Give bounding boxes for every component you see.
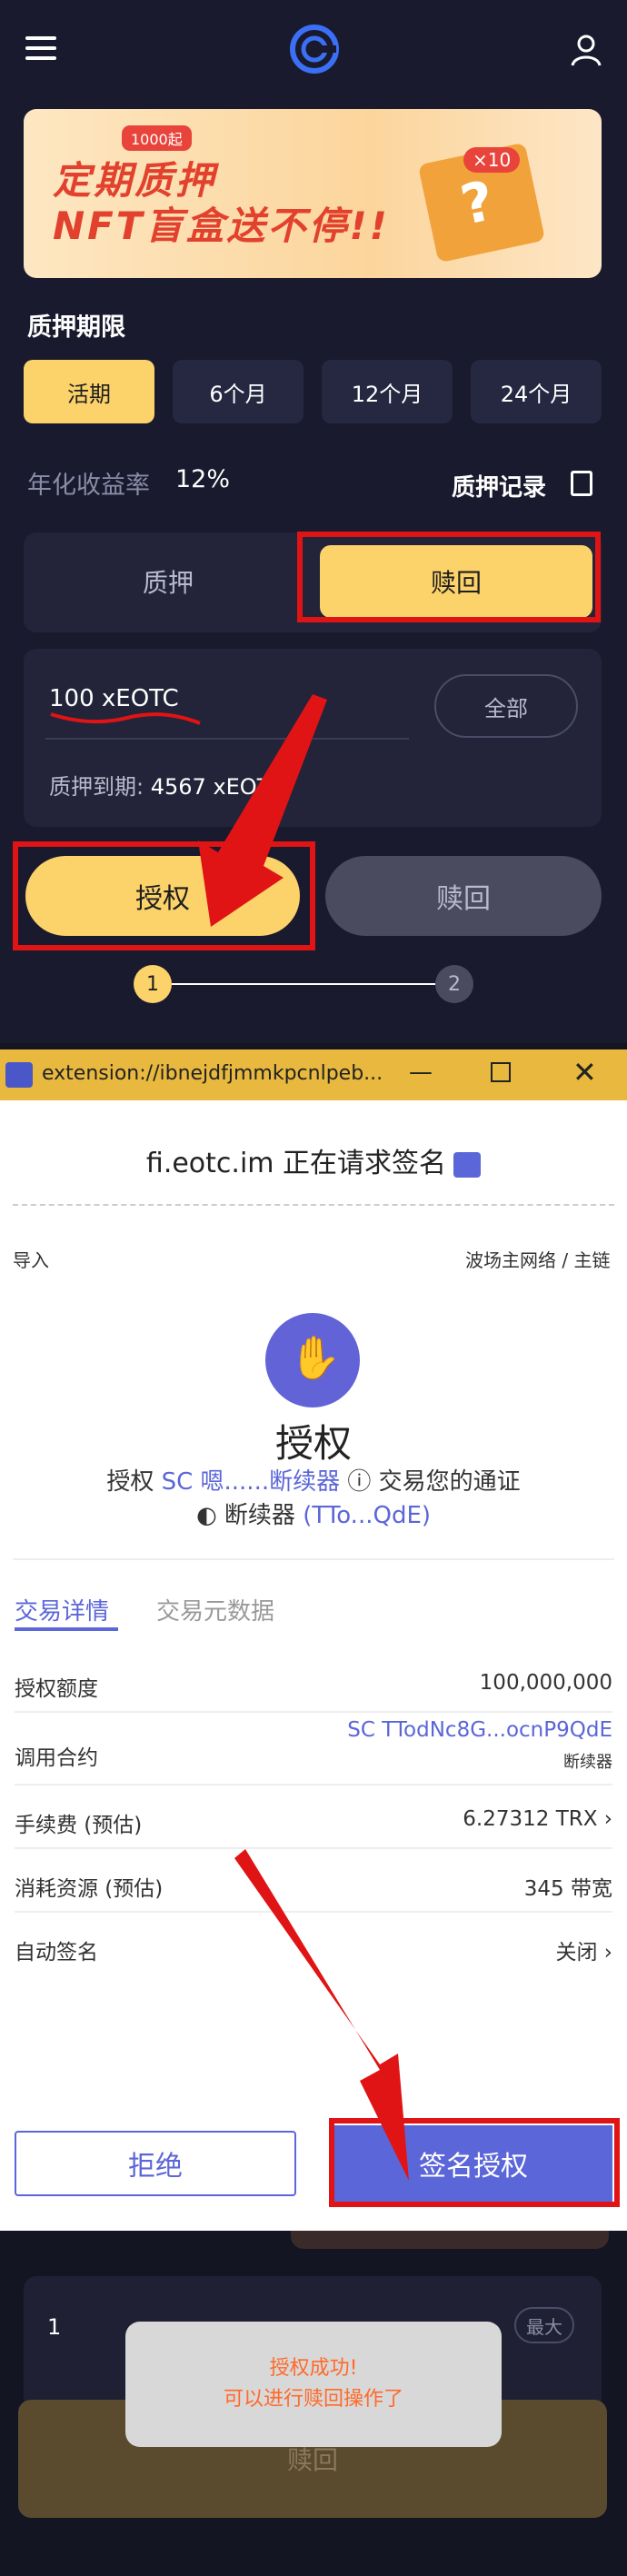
import-label: 导入 [13,1249,49,1271]
success-toast: 授权成功! 可以进行赎回操作了 [125,2322,502,2447]
expire-value: 4567 xEOTC [150,774,284,800]
box-mark: ? [455,169,500,238]
row-contract: 调用合约 SC TTodNc8G...ocnP9QdE 断续器 [15,1713,612,1785]
highlight-box [297,532,601,622]
stake-tab[interactable]: 质押 [36,545,300,618]
wallet-popup: extension://ibnejdfjmmkpcnlpeb... — ✕ fi… [0,1049,627,2231]
term-tab-12m[interactable]: 12个月 [322,360,453,423]
expire-label: 质押到期: [49,774,144,800]
spender-line: ◐ 断续器 (TTo...QdE) [0,1497,627,1530]
row-key: 消耗资源 (预估) [15,1877,164,1901]
row-value: 100,000,000 [479,1671,612,1695]
contract-address[interactable]: SC TTodNc8G...ocnP9QdE [347,1718,612,1742]
row-amount: 授权额度 100,000,000 [15,1649,612,1713]
contract-name: 断续器 [563,1753,612,1772]
close-icon[interactable]: ✕ [572,1055,597,1089]
step-1: 1 [134,965,172,1003]
wallet-icon [453,1151,482,1178]
step-2: 2 [435,965,473,1003]
input-underline [45,738,409,740]
toast-title: 授权成功! [269,2357,358,2380]
spender-name: 断续器 [224,1502,295,1529]
records-icon[interactable] [571,471,592,496]
row-key: 自动签名 [15,1941,98,1964]
term-label: 质押期限 [27,313,125,342]
button-edge [291,2231,609,2249]
all-button[interactable]: 全部 [434,674,578,738]
desc-suffix: 交易您的通证 [378,1468,521,1496]
apy-label: 年化收益率 [27,472,150,500]
spender-icon: ◐ [195,1502,217,1529]
popup-title: 授权 [274,1421,352,1466]
reject-button[interactable]: 拒绝 [15,2131,296,2196]
term-tab-current[interactable]: 活期 [24,360,154,423]
help-icon[interactable]: ⓘ [347,1468,371,1496]
app-screen-bottom: 1 最大 赎回 授权成功! 可以进行赎回操作了 [0,2231,627,2576]
window-title: extension://ibnejdfjmmkpcnlpeb... [42,1062,383,1085]
stake-records-link[interactable]: 质押记录 [452,469,546,502]
logo-icon [289,24,340,75]
toast-message: 可以进行赎回操作了 [223,2388,403,2411]
chevron-right-icon[interactable]: › [604,1807,612,1831]
tab-underline [15,1627,118,1631]
auth-description: 授权 SC 嗯......断续器 ⓘ 交易您的通证 [0,1463,627,1497]
chevron-right-icon[interactable]: › [604,1941,612,1964]
amount-input[interactable]: 100 xEOTC [49,685,179,712]
request-text: fi.eotc.im 正在请求签名 [145,1148,447,1179]
app-screen: 1000起 定期质押 NFT盲盒送不停!! ? ×10 质押期限 活期 6个月 … [0,0,627,1043]
network-label: 波场主网络 / 主链 [465,1249,611,1271]
term-tab-24m[interactable]: 24个月 [471,360,602,423]
highlight-box [13,841,315,950]
tab-metadata[interactable]: 交易元数据 [156,1593,274,1626]
fee-value: 6.27312 TRX [463,1807,598,1831]
desc-prefix: 授权 [106,1468,154,1496]
divider [13,1558,614,1560]
maximize-icon[interactable] [491,1062,511,1082]
row-key: 手续费 (预估) [15,1814,143,1837]
extension-icon [5,1062,33,1088]
row-value: 关闭 › [555,1934,612,1965]
row-key: 调用合约 [15,1746,98,1770]
amount-input[interactable]: 1 [47,2314,61,2340]
row-auto-sign[interactable]: 自动签名 关闭 › [15,1913,612,1976]
highlight-box [329,2118,620,2207]
banner-badge: 1000起 [122,125,192,151]
term-tab-6m[interactable]: 6个月 [173,360,304,423]
expire-info: 质押到期: 4567 xEOTC [49,769,284,801]
request-title: fi.eotc.im 正在请求签名 [0,1140,627,1180]
row-key: 授权额度 [15,1677,98,1701]
apy-value: 12% [175,465,231,493]
redeem-button[interactable]: 赎回 [325,856,602,936]
tab-details[interactable]: 交易详情 [15,1593,109,1626]
divider [13,1204,614,1206]
approve-hand-icon: ✋ [265,1313,360,1407]
banner-line2: NFT盲盒送不停!! [53,204,390,248]
step-line [172,983,435,985]
menu-icon[interactable] [25,36,56,60]
max-button[interactable]: 最大 [514,2307,574,2343]
multiplier-badge: ×10 [463,147,521,173]
token-name[interactable]: SC 嗯......断续器 [162,1468,341,1496]
auto-sign-value: 关闭 [555,1941,598,1964]
row-value: 345 带宽 [523,1877,612,1901]
row-value: 6.27312 TRX › [463,1807,612,1831]
user-icon[interactable] [568,31,604,67]
row-resources: 消耗资源 (预估) 345 带宽 [15,1849,612,1913]
minimize-icon[interactable]: — [409,1059,433,1086]
spender-address[interactable]: (TTo...QdE) [303,1502,431,1529]
row-fee[interactable]: 手续费 (预估) 6.27312 TRX › [15,1785,612,1849]
